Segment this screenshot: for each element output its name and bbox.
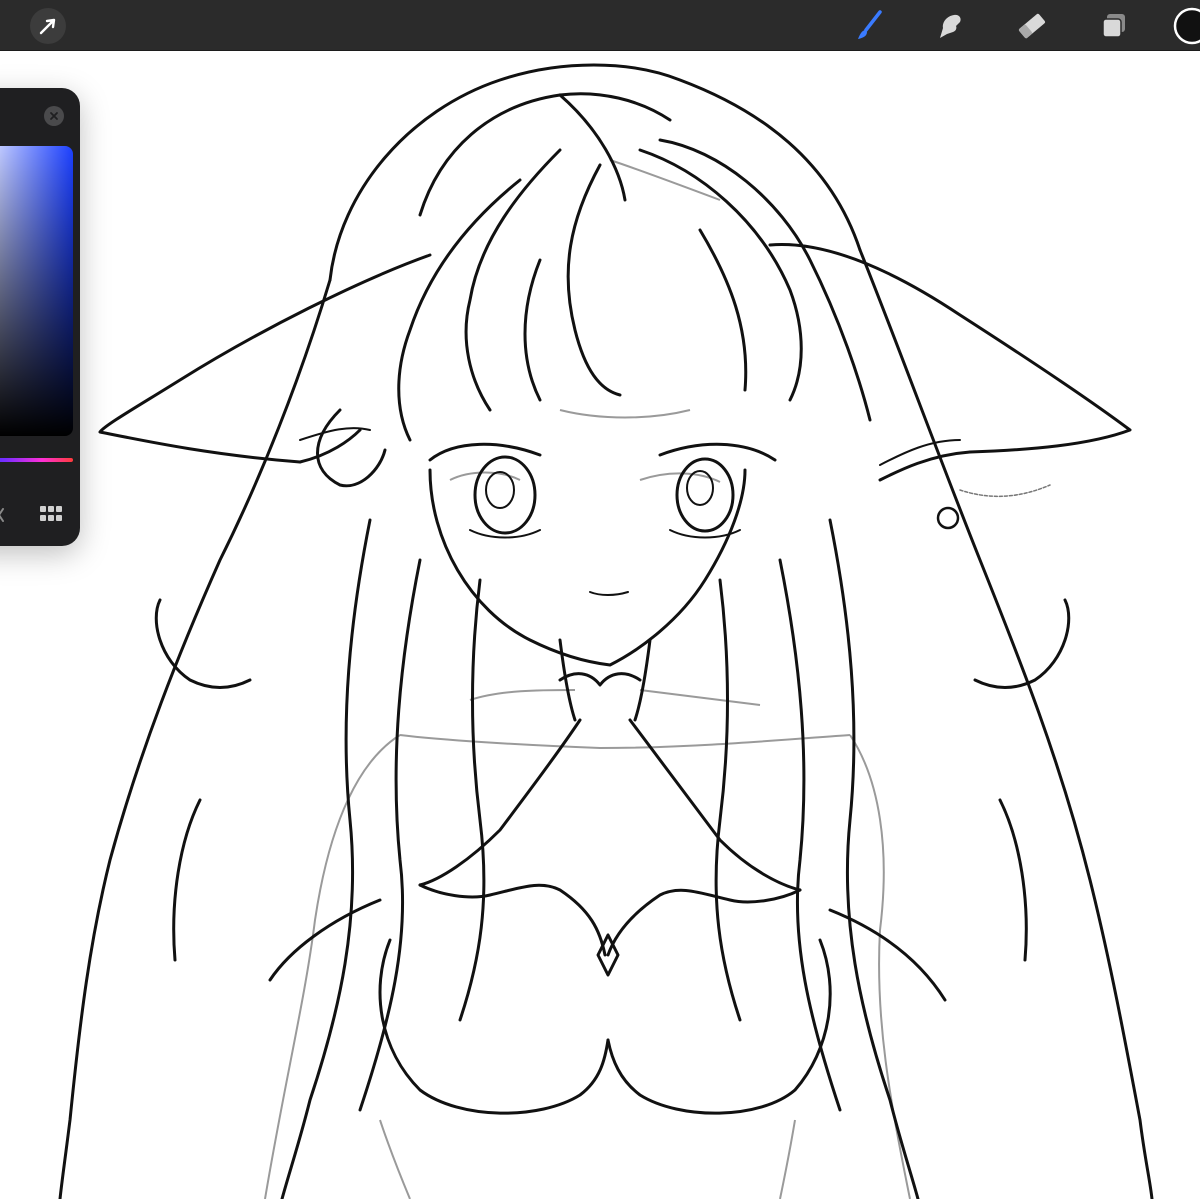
sketch-layer <box>264 159 911 1199</box>
chevron-left-icon[interactable] <box>0 506 6 528</box>
brush-icon[interactable] <box>850 6 890 46</box>
line-art-layer <box>58 63 1154 1199</box>
hue-slider[interactable] <box>0 458 73 462</box>
color-picker-square[interactable] <box>0 146 73 436</box>
palette-grid-icon[interactable] <box>40 506 62 526</box>
smudge-icon[interactable] <box>930 6 970 46</box>
transform-arrow-icon[interactable] <box>28 6 68 46</box>
color-swatch-icon[interactable] <box>1172 6 1200 46</box>
top-toolbar <box>0 0 1200 51</box>
drawing-canvas[interactable] <box>0 51 1200 1199</box>
layers-icon[interactable] <box>1094 6 1134 46</box>
color-panel <box>0 88 80 546</box>
eraser-icon[interactable] <box>1012 6 1052 46</box>
close-icon[interactable] <box>44 106 64 126</box>
